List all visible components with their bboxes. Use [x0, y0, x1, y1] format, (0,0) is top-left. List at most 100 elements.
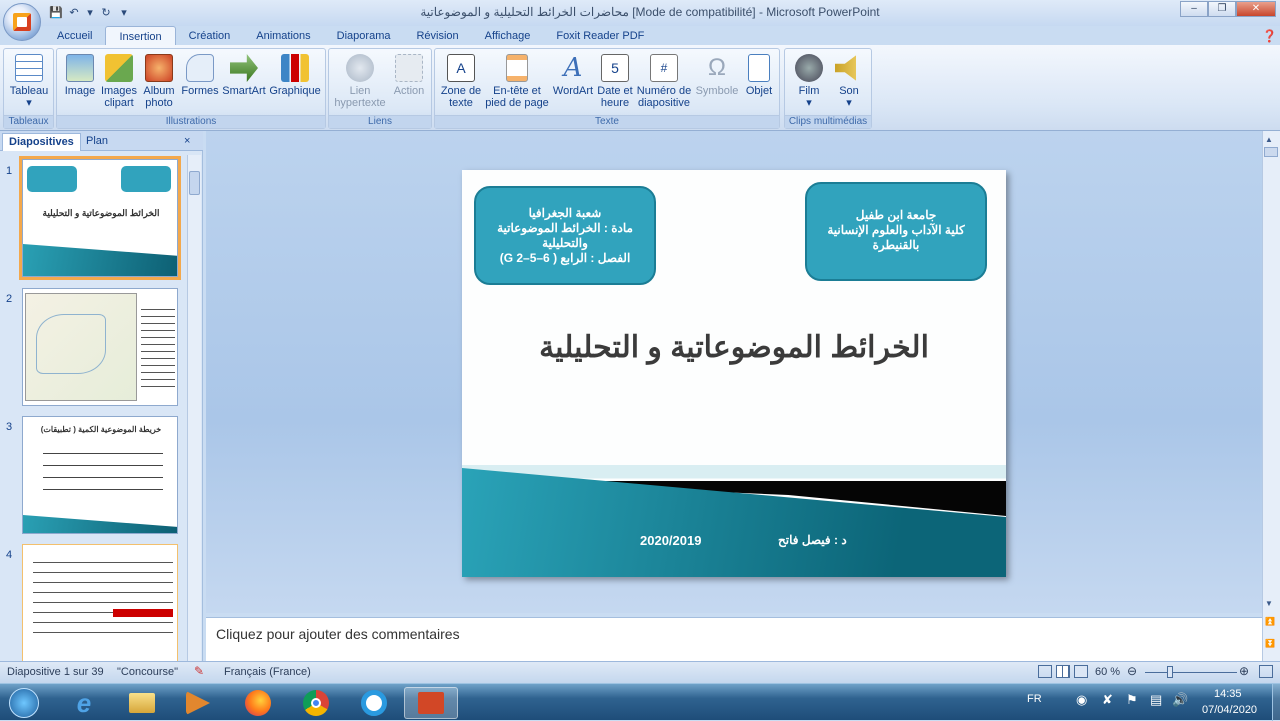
tab-diapositives[interactable]: Diapositives	[2, 133, 81, 151]
tab-plan[interactable]: Plan	[80, 133, 114, 151]
tab-revision[interactable]: Révision	[403, 26, 471, 46]
clock-time[interactable]: 14:35	[1214, 688, 1242, 700]
slide-thumb-4[interactable]	[22, 544, 178, 662]
notes-pane[interactable]: Cliquez pour ajouter des commentaires	[206, 617, 1262, 661]
formes-button[interactable]: Formes	[179, 54, 221, 97]
show-desktop-button[interactable]	[1272, 684, 1280, 721]
tab-insertion[interactable]: Insertion	[105, 26, 176, 46]
slide-title[interactable]: الخرائط الموضوعاتية و التحليلية	[462, 330, 1006, 365]
tab-affichage[interactable]: Affichage	[472, 26, 544, 46]
zoom-slider[interactable]	[1145, 672, 1237, 673]
clipart-button[interactable]: Images clipart	[99, 54, 139, 109]
slide-author[interactable]: د : فيصل فاتح	[778, 533, 847, 547]
undo-dropdown-icon[interactable]: ▾	[82, 4, 98, 20]
explorer-icon[interactable]	[120, 687, 164, 719]
input-language[interactable]: FR	[1027, 693, 1042, 705]
smartart-button[interactable]: SmartArt	[221, 54, 267, 97]
film-reel-icon	[795, 54, 823, 82]
scroll-thumb[interactable]	[189, 171, 200, 195]
firefox-icon[interactable]	[236, 687, 280, 719]
slide[interactable]: شعبة الجغرافيا مادة : الخرائط الموضوعاتي…	[462, 170, 1006, 577]
close-button[interactable]: ✕	[1236, 1, 1276, 17]
zoom-out-icon[interactable]: ⊖	[1127, 664, 1137, 678]
prev-slide-icon[interactable]: ⏫	[1265, 617, 1275, 626]
textbox-icon: A	[447, 54, 475, 82]
image-label: Image	[64, 85, 96, 97]
app-tray-icon[interactable]: ✘	[1102, 692, 1113, 708]
maximize-button[interactable]: ❐	[1208, 1, 1236, 17]
hyperlink-button[interactable]: Lien hypertexte	[331, 54, 389, 109]
minimize-button[interactable]: –	[1180, 1, 1208, 17]
network-icon[interactable]: ▤	[1150, 692, 1162, 708]
date-time-button[interactable]: 5 Date et heure	[597, 54, 633, 109]
slideshow-view-icon[interactable]	[1074, 665, 1088, 678]
wordart-label: WordArt	[552, 85, 594, 97]
media-player-icon[interactable]	[176, 687, 220, 719]
object-button[interactable]: Objet	[739, 54, 779, 97]
text-box-university[interactable]: جامعة ابن طفيل كلية الآداب والعلوم الإنس…	[805, 182, 987, 281]
textbox-label: Zone de texte	[440, 85, 482, 109]
slide-number-button[interactable]: # Numéro de diapositive	[633, 54, 695, 109]
sorter-view-icon[interactable]	[1056, 665, 1070, 678]
scroll-up-icon[interactable]: ▲	[1265, 135, 1273, 144]
tab-animations[interactable]: Animations	[243, 26, 323, 46]
subject-line: مادة : الخرائط الموضوعاتية والتحليلية	[497, 220, 633, 250]
slide-thumb-2[interactable]	[22, 288, 178, 406]
film-button[interactable]: Film ▾	[787, 54, 831, 109]
windows-logo-icon	[9, 688, 39, 718]
slide-year[interactable]: 2020/2019	[640, 533, 701, 548]
ie-icon[interactable]: e	[62, 687, 106, 719]
tab-accueil[interactable]: Accueil	[44, 26, 105, 46]
flag-icon[interactable]: ⚑	[1126, 692, 1138, 708]
symbol-button[interactable]: Ω Symbole	[695, 54, 739, 97]
language[interactable]: Français (France)	[224, 666, 311, 678]
album-button[interactable]: Album photo	[139, 54, 179, 109]
help-icon[interactable]: ❓	[1262, 29, 1277, 43]
panel-scrollbar[interactable]	[187, 155, 201, 661]
image-button[interactable]: Image	[61, 54, 99, 97]
header-footer-button[interactable]: En-tête et pied de page	[485, 54, 549, 109]
action-button[interactable]: Action	[389, 54, 429, 97]
record-icon[interactable]: ◉	[1076, 692, 1087, 708]
clock-date[interactable]: 07/04/2020	[1202, 704, 1257, 716]
sound-button[interactable]: Son ▾	[829, 54, 869, 109]
tab-diaporama[interactable]: Diaporama	[324, 26, 404, 46]
zoom-level[interactable]: 60 %	[1095, 666, 1120, 678]
office-button[interactable]	[3, 3, 41, 41]
scroll-down-icon[interactable]: ▼	[1265, 599, 1273, 608]
textbox-button[interactable]: A Zone de texte	[437, 54, 485, 109]
zoom-slider-thumb[interactable]	[1167, 666, 1173, 678]
album-label: Album photo	[143, 85, 175, 109]
save-icon[interactable]: 💾	[48, 4, 64, 20]
wordart-button[interactable]: A WordArt	[549, 54, 597, 97]
slide-thumb-3[interactable]: خريطة الموضوعية الكمية ( تطبيقات)	[22, 416, 178, 534]
next-slide-icon[interactable]: ⏬	[1265, 639, 1275, 648]
redo-icon[interactable]: ↻	[98, 4, 114, 20]
fit-to-window-icon[interactable]	[1259, 665, 1273, 678]
thumb-map-image	[25, 293, 137, 401]
normal-view-icon[interactable]	[1038, 665, 1052, 678]
status-bar: Diapositive 1 sur 39 "Concourse" ✎ Franç…	[0, 661, 1280, 683]
university-line: جامعة ابن طفيل	[855, 208, 937, 222]
volume-icon[interactable]: 🔊	[1172, 692, 1188, 708]
slide-thumb-1[interactable]: الخرائط الموضوعاتية و التحليلية	[19, 156, 181, 280]
zoom-in-icon[interactable]: ⊕	[1239, 664, 1249, 678]
text-box-department[interactable]: شعبة الجغرافيا مادة : الخرائط الموضوعاتي…	[474, 186, 656, 285]
thumb-title: خريطة الموضوعية الكمية ( تطبيقات)	[40, 425, 162, 434]
graphique-button[interactable]: Graphique	[267, 54, 323, 97]
start-button[interactable]	[2, 687, 46, 719]
dropdown-icon: ▾	[806, 97, 812, 109]
tab-foxit[interactable]: Foxit Reader PDF	[543, 26, 657, 46]
tableau-button[interactable]: Tableau ▾	[7, 54, 51, 109]
vertical-scrollbar[interactable]: ▲ ▼ ⏫ ⏬	[1262, 131, 1280, 661]
customize-qat-icon[interactable]: ▾	[116, 4, 132, 20]
graphique-label: Graphique	[269, 85, 321, 97]
spellcheck-icon[interactable]: ✎	[194, 664, 204, 678]
circle-app-icon[interactable]	[352, 687, 396, 719]
tab-creation[interactable]: Création	[176, 26, 244, 46]
powerpoint-task-icon[interactable]	[404, 687, 458, 719]
scroll-thumb[interactable]	[1264, 147, 1278, 157]
chrome-icon[interactable]	[294, 687, 338, 719]
undo-icon[interactable]: ↶	[66, 4, 82, 20]
close-panel-icon[interactable]: ×	[182, 133, 192, 151]
